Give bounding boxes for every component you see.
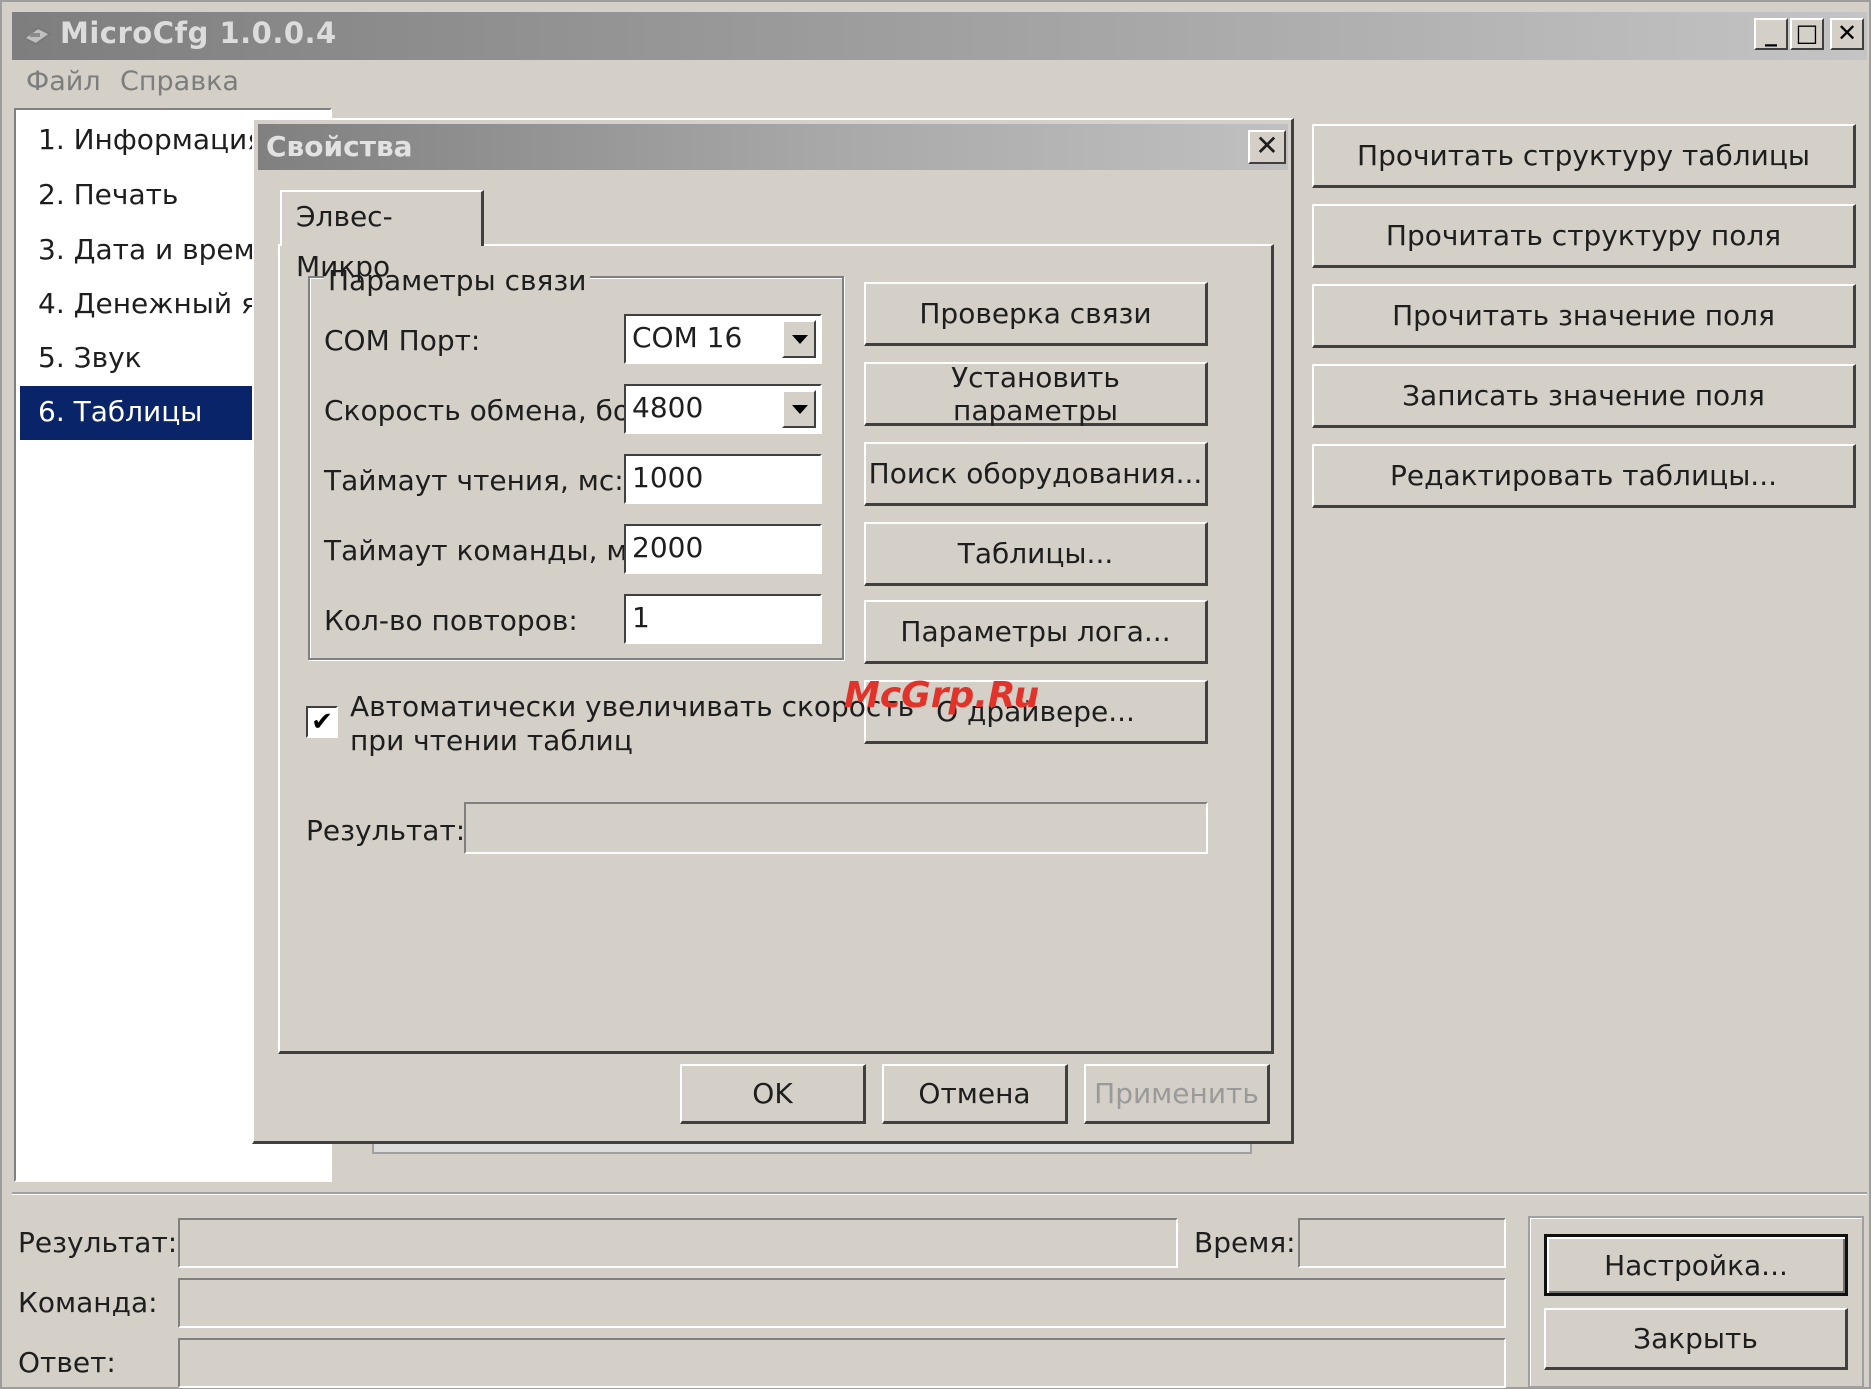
maximize-button[interactable]: □ [1790, 18, 1824, 50]
bottom-divider [12, 1192, 1867, 1195]
main-window: MicroCfg 1.0.0.4 _ □ ✕ Файл Справка 1. И… [0, 0, 1871, 1389]
minimize-button[interactable]: _ [1754, 18, 1788, 50]
cancel-button[interactable]: Отмена [882, 1064, 1068, 1124]
retries-label: Кол-во повторов: [324, 604, 578, 637]
time-field [1298, 1218, 1506, 1268]
menu-help[interactable]: Справка [120, 66, 239, 97]
apply-button[interactable]: Применить [1084, 1064, 1270, 1124]
read-timeout-label: Таймаут чтения, мс: [324, 464, 624, 497]
baud-select[interactable]: 4800 [624, 384, 822, 434]
dialog-result-label: Результат: [306, 814, 466, 847]
answer-label: Ответ: [18, 1346, 116, 1379]
tab-elves-micro[interactable]: Элвес-Микро [280, 190, 484, 283]
read-field-value-button[interactable]: Прочитать значение поля [1312, 284, 1856, 348]
chevron-down-icon[interactable] [782, 390, 816, 428]
com-port-select[interactable]: COM 16 [624, 314, 822, 364]
check-connection-button[interactable]: Проверка связи [864, 282, 1208, 346]
time-label: Время: [1194, 1226, 1296, 1259]
retries-input[interactable]: 1 [624, 594, 822, 644]
bottom-result-label: Результат: [18, 1226, 178, 1259]
bottom-result-field [178, 1218, 1178, 1268]
app-icon [22, 26, 52, 46]
menu-file[interactable]: Файл [26, 66, 101, 97]
auto-speed-label-line1: Автоматически увеличивать скорость [350, 690, 915, 723]
edit-tables-button[interactable]: Редактировать таблицы... [1312, 444, 1856, 508]
command-label: Команда: [18, 1286, 158, 1319]
read-table-structure-button[interactable]: Прочитать структуру таблицы [1312, 124, 1856, 188]
close-button[interactable]: ✕ [1830, 18, 1864, 50]
dialog-result-field [464, 802, 1208, 854]
dialog-title: Свойства [266, 130, 413, 163]
dialog-title-bar: Свойства ✕ [258, 124, 1288, 170]
com-port-value: COM 16 [632, 321, 743, 354]
write-field-value-button[interactable]: Записать значение поля [1312, 364, 1856, 428]
auto-speed-label-line2: при чтении таблиц [350, 724, 633, 757]
properties-dialog: Свойства ✕ Элвес-Микро Параметры связи C… [252, 118, 1294, 1144]
close-app-button[interactable]: Закрыть [1544, 1308, 1848, 1370]
read-field-structure-button[interactable]: Прочитать структуру поля [1312, 204, 1856, 268]
tables-button[interactable]: Таблицы... [864, 522, 1208, 586]
settings-button[interactable]: Настройка... [1544, 1234, 1848, 1296]
search-hardware-button[interactable]: Поиск оборудования... [864, 442, 1208, 506]
read-timeout-input[interactable]: 1000 [624, 454, 822, 504]
baud-value: 4800 [632, 391, 704, 424]
baud-label: Скорость обмена, бод: [324, 394, 659, 427]
set-params-button[interactable]: Установить параметры [864, 361, 1208, 427]
command-field [178, 1278, 1506, 1328]
chevron-down-icon[interactable] [782, 320, 816, 358]
cmd-timeout-input[interactable]: 2000 [624, 524, 822, 574]
ok-button[interactable]: OK [680, 1064, 866, 1124]
log-params-button[interactable]: Параметры лога... [864, 600, 1208, 664]
menu-bar: Файл Справка [12, 62, 1867, 102]
window-title: MicroCfg 1.0.0.4 [60, 16, 337, 50]
dialog-close-button[interactable]: ✕ [1248, 130, 1286, 164]
sidebar-item-tables[interactable]: 6. Таблицы [20, 386, 256, 440]
watermark-text: McGrp.Ru [844, 675, 1040, 716]
answer-field [178, 1338, 1506, 1388]
com-port-label: COM Порт: [324, 324, 481, 357]
auto-speed-checkbox[interactable]: ✔ [306, 706, 338, 738]
cmd-timeout-label: Таймаут команды, мс: [324, 534, 653, 567]
